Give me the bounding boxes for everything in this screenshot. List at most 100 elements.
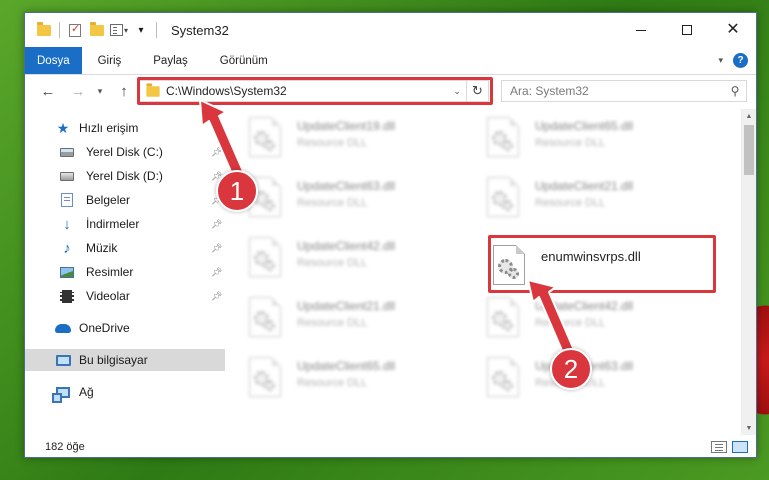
- close-icon: ✕: [726, 21, 740, 38]
- file-name: UpdateClient42.dll: [297, 239, 396, 253]
- sidebar-item-quick-access[interactable]: ★ Hızlı erişim: [25, 117, 225, 139]
- file-type: Resource DLL: [297, 137, 368, 149]
- sidebar-item-label: Hızlı erişim: [79, 121, 139, 135]
- title-bar: ▾ ▾ System32 ✕: [25, 13, 756, 47]
- tab-gorunum[interactable]: Görünüm: [204, 47, 284, 74]
- sidebar-item-videos[interactable]: Videolar 📌︎: [25, 285, 225, 307]
- up-button[interactable]: ↑: [113, 80, 135, 102]
- sidebar-item-onedrive[interactable]: OneDrive: [25, 317, 225, 339]
- customize-toolbar-icon[interactable]: ▾: [132, 21, 150, 39]
- file-type: Resource DLL: [297, 257, 368, 269]
- address-bar[interactable]: C:\Windows\System32 ⌄ ↻: [139, 80, 489, 102]
- large-icons-view-icon[interactable]: [732, 441, 748, 453]
- star-icon: ★: [56, 119, 70, 136]
- expand-ribbon-icon[interactable]: ▾: [718, 55, 723, 66]
- file-type: Resource DLL: [535, 137, 606, 149]
- scrollbar-thumb[interactable]: [744, 125, 754, 175]
- search-icon[interactable]: ⚲: [724, 84, 746, 98]
- file-type: Resource DLL: [297, 197, 368, 209]
- file-item[interactable]: UpdateClient42.dll Resource DLL: [231, 231, 461, 285]
- window-controls: ✕: [618, 13, 756, 47]
- navigation-bar: ← → ▾ ↑ C:\Windows\System32 ⌄ ↻ ⚲: [25, 75, 756, 107]
- address-path[interactable]: C:\Windows\System32: [166, 84, 448, 98]
- pin-icon[interactable]: 📌︎: [211, 267, 222, 278]
- scroll-up-icon[interactable]: ▲: [741, 109, 756, 123]
- maximize-button[interactable]: [664, 13, 710, 47]
- toolbar-divider: [156, 22, 157, 38]
- sidebar-item-label: Ağ: [79, 385, 94, 399]
- sidebar-item-label: İndirmeler: [86, 217, 140, 231]
- file-item[interactable]: UpdateClient42.dll Resource DLL: [469, 291, 699, 345]
- file-item[interactable]: UpdateClient21.dll Resource DLL: [469, 171, 699, 225]
- pictures-icon: [59, 264, 75, 280]
- search-box[interactable]: ⚲: [501, 80, 747, 102]
- view-properties-icon[interactable]: ▾: [110, 21, 128, 39]
- sidebar-item-this-pc[interactable]: Bu bilgisayar: [25, 349, 225, 371]
- tab-dosya[interactable]: Dosya: [25, 47, 82, 74]
- refresh-button[interactable]: ↻: [466, 81, 488, 101]
- sidebar-item-network[interactable]: Ağ: [25, 381, 225, 403]
- pin-icon[interactable]: 📌︎: [211, 291, 222, 302]
- toolbar-divider: [59, 22, 60, 38]
- help-icon[interactable]: ?: [733, 53, 748, 68]
- quick-access-toolbar: ▾ ▾: [35, 21, 163, 39]
- callout-badge-1: 1: [216, 170, 258, 212]
- sidebar-item-label: Yerel Disk (D:): [86, 169, 163, 183]
- chevron-down-icon: ▾: [97, 85, 103, 96]
- new-folder-icon[interactable]: [88, 21, 106, 39]
- search-input[interactable]: [510, 84, 724, 98]
- file-name: UpdateClient63.dll: [297, 179, 396, 193]
- file-item[interactable]: UpdateClient65.dll Resource DLL: [231, 351, 461, 405]
- address-dropdown-icon[interactable]: ⌄: [448, 86, 466, 97]
- file-item-enumwinsvrps[interactable]: enumwinsvrps.dll: [493, 239, 723, 293]
- back-arrow-icon: ←: [40, 82, 56, 100]
- computer-icon: [55, 352, 71, 368]
- close-button[interactable]: ✕: [710, 13, 756, 47]
- back-button[interactable]: ←: [37, 80, 59, 102]
- sidebar-item-label: Resimler: [86, 265, 134, 279]
- properties-check-icon[interactable]: [66, 21, 84, 39]
- dll-file-icon: [487, 177, 519, 217]
- pin-icon[interactable]: 📌︎: [211, 243, 222, 254]
- ribbon-tabs: Dosya Giriş Paylaş Görünüm ▾ ?: [25, 47, 756, 75]
- file-item[interactable]: UpdateClient21.dll Resource DLL: [231, 291, 461, 345]
- folder-icon[interactable]: [35, 21, 53, 39]
- file-name: UpdateClient65.dll: [535, 119, 634, 133]
- dll-file-icon: [487, 117, 519, 157]
- file-item[interactable]: UpdateClient63.dll Resource DLL: [231, 171, 461, 225]
- sidebar-item-local-disk-c[interactable]: Yerel Disk (C:) 📌︎: [25, 141, 225, 163]
- minimize-button[interactable]: [618, 13, 664, 47]
- explorer-window: ▾ ▾ System32 ✕ Dosya Giriş Paylaş Görünü…: [24, 12, 757, 458]
- file-type: Resource DLL: [297, 377, 368, 389]
- recent-locations-button[interactable]: ▾: [93, 80, 107, 102]
- downloads-icon: ↓: [63, 215, 71, 233]
- details-view-icon[interactable]: [711, 441, 727, 453]
- pin-icon[interactable]: 📌︎: [211, 147, 222, 158]
- tab-giris[interactable]: Giriş: [82, 47, 138, 74]
- dll-file-icon: [487, 357, 519, 397]
- refresh-icon: ↻: [472, 83, 483, 98]
- sidebar-item-label: Videolar: [86, 289, 130, 303]
- item-count: 182 öğe: [45, 441, 85, 453]
- window-title: System32: [171, 22, 229, 38]
- scroll-down-icon[interactable]: ▼: [741, 421, 756, 435]
- file-name: UpdateClient19.dll: [297, 119, 396, 133]
- status-bar: 182 öğe: [25, 435, 756, 457]
- file-item[interactable]: UpdateClient65.dll Resource DLL: [469, 111, 699, 165]
- pin-icon[interactable]: 📌︎: [211, 219, 222, 230]
- dll-file-icon: [249, 237, 281, 277]
- sidebar-item-documents[interactable]: Belgeler 📌︎: [25, 189, 225, 211]
- vertical-scrollbar[interactable]: ▲ ▼: [741, 109, 756, 435]
- forward-arrow-icon: →: [70, 82, 86, 100]
- drive-c-icon: [59, 144, 75, 160]
- file-type: Resource DLL: [535, 197, 606, 209]
- forward-button[interactable]: →: [67, 80, 89, 102]
- sidebar-item-music[interactable]: ♪ Müzik 📌︎: [25, 237, 225, 259]
- drive-d-icon: [59, 168, 75, 184]
- sidebar-item-pictures[interactable]: Resimler 📌︎: [25, 261, 225, 283]
- tab-paylas[interactable]: Paylaş: [137, 47, 204, 74]
- file-name: UpdateClient21.dll: [535, 179, 634, 193]
- sidebar-item-local-disk-d[interactable]: Yerel Disk (D:) 📌︎: [25, 165, 225, 187]
- file-item[interactable]: UpdateClient19.dll Resource DLL: [231, 111, 461, 165]
- sidebar-item-downloads[interactable]: ↓ İndirmeler 📌︎: [25, 213, 225, 235]
